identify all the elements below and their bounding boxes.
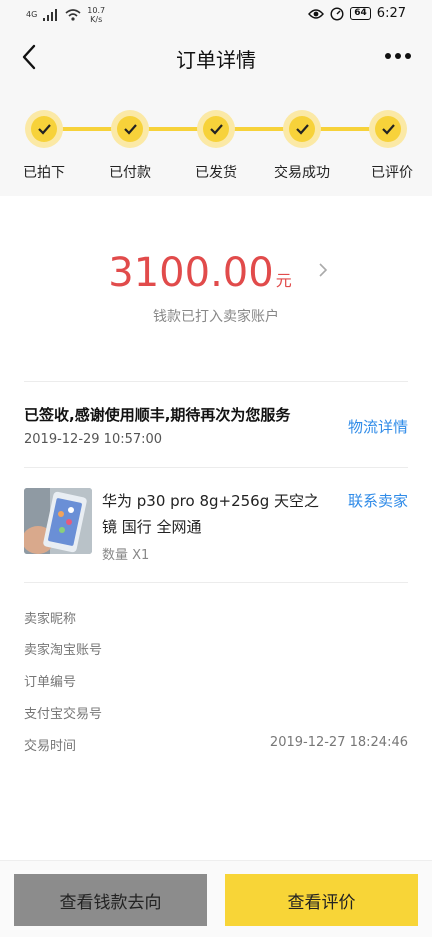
order-amount[interactable]: 3100.00 元 [0, 250, 400, 296]
check-icon [124, 124, 137, 135]
header: 订单详情 [0, 30, 432, 86]
step-4-label: 交易成功 [274, 165, 330, 181]
trade-time-label: 交易时间 [24, 739, 77, 754]
check-icon [38, 124, 51, 135]
view-review-button[interactable]: 查看评价 [225, 874, 418, 926]
status-time: 6:27 [376, 6, 406, 21]
amount-note: 钱款已打入卖家账户 [153, 309, 279, 325]
money-flow-button[interactable]: 查看钱款去向 [14, 874, 207, 926]
battery-icon: 64 [350, 7, 371, 20]
speed-value: 10.7 [87, 6, 106, 15]
trade-time-value: 2019-12-27 18:24:46 [269, 735, 408, 750]
amount-unit: 元 [275, 271, 292, 290]
status-right: 64 6:27 [308, 6, 406, 21]
divider [24, 582, 408, 583]
step-2-circle [111, 110, 149, 148]
step-5-circle [369, 110, 407, 148]
contact-seller-link[interactable]: 联系卖家 [348, 490, 408, 511]
check-icon [210, 124, 223, 135]
signal-icon [43, 9, 58, 21]
product-quantity: 数量 X1 [102, 548, 150, 563]
order-number-label: 订单编号 [24, 675, 77, 690]
phone-photo-image [24, 488, 92, 554]
alipay-trade-label: 支付宝交易号 [24, 707, 103, 722]
divider [24, 381, 408, 382]
more-menu-button[interactable] [378, 38, 418, 74]
product-title[interactable]: 华为 p30 pro 8g+256g 天空之镜 国行 全网通 [102, 488, 330, 540]
network-speed: 10.7 K/s [87, 6, 105, 24]
step-4-circle [283, 110, 321, 148]
check-icon [382, 124, 395, 135]
product-thumbnail[interactable] [24, 488, 92, 554]
logistics-details-link[interactable]: 物流详情 [348, 416, 408, 437]
bottom-action-bar: 查看钱款去向 查看评价 [0, 860, 432, 937]
step-3-label: 已发货 [195, 165, 237, 181]
chevron-right-icon[interactable] [316, 262, 330, 278]
step-1-circle [25, 110, 63, 148]
step-3-circle [197, 110, 235, 148]
divider [24, 467, 408, 468]
status-left: 4G 10.7 K/s [26, 6, 105, 24]
check-icon [296, 124, 309, 135]
step-1-label: 已拍下 [23, 165, 65, 181]
order-progress: 已拍下 已付款 已发货 交易成功 已评价 [0, 86, 432, 196]
speedometer-icon [330, 6, 344, 21]
wifi-icon [65, 9, 81, 21]
amount-value: 3100.00 [108, 250, 274, 296]
seller-nickname-label: 卖家昵称 [24, 612, 77, 627]
speed-unit: K/s [90, 15, 103, 24]
seller-account-label: 卖家淘宝账号 [24, 643, 103, 658]
more-dots-icon [385, 53, 411, 59]
step-2-label: 已付款 [109, 165, 151, 181]
eye-icon [308, 8, 325, 19]
status-bar: 4G 10.7 K/s 64 6:27 [0, 0, 432, 30]
logistics-status: 已签收,感谢使用顺丰,期待再次为您服务 [24, 406, 291, 424]
logistics-time: 2019-12-29 10:57:00 [24, 432, 163, 447]
network-type: 4G [26, 10, 38, 19]
page-title: 订单详情 [176, 48, 256, 72]
step-5-label: 已评价 [371, 165, 413, 181]
